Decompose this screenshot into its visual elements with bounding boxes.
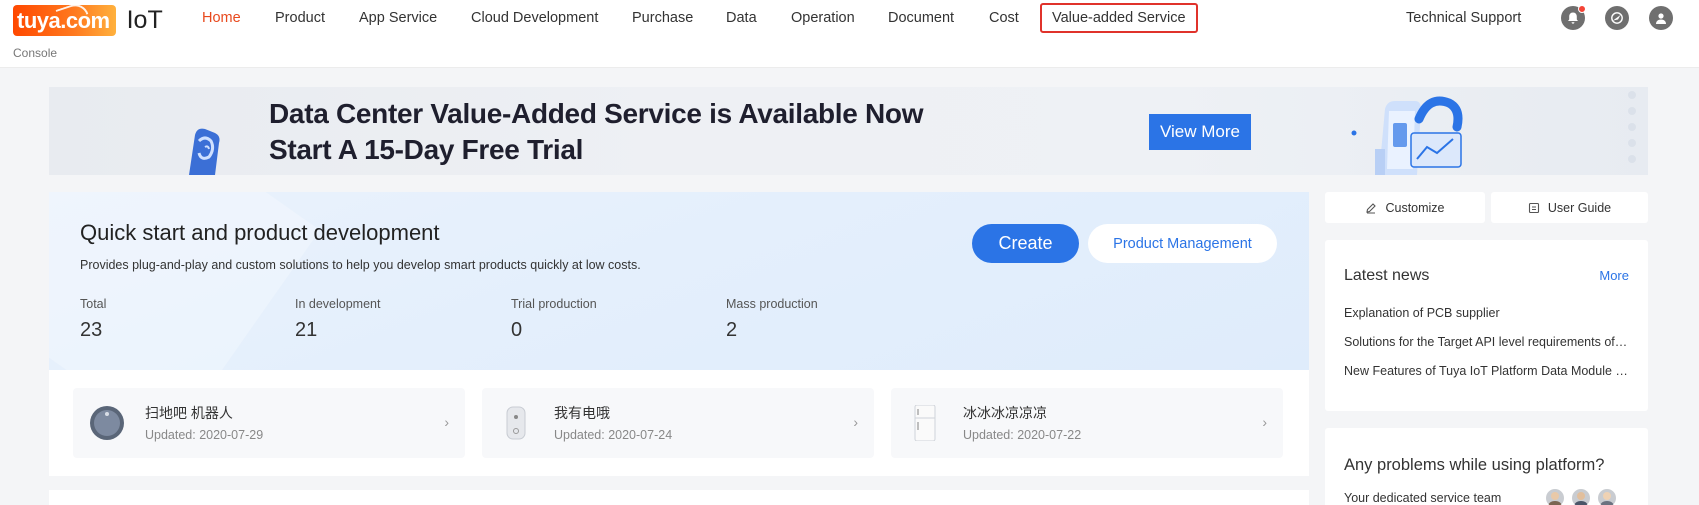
- stat-label: In development: [295, 297, 381, 311]
- console-label: Console: [13, 46, 58, 60]
- product-updated: Updated: 2020-07-29: [145, 428, 264, 442]
- product-card[interactable]: 扫地吧 机器人 Updated: 2020-07-29 ›: [73, 388, 465, 458]
- stat-label: Trial production: [511, 297, 597, 311]
- pencil-icon: [1366, 202, 1377, 214]
- logo[interactable]: tuya.com IoT: [13, 0, 163, 36]
- quick-start-title: Quick start and product development: [80, 220, 440, 245]
- compass-icon[interactable]: [1605, 6, 1629, 30]
- stat-in-development: In development 21: [295, 297, 380, 342]
- product-card[interactable]: 我有电哦 Updated: 2020-07-24 ›: [482, 388, 874, 458]
- help-panel: Any problems while using platform? Your …: [1325, 428, 1648, 505]
- technical-support-link[interactable]: Technical Support: [1406, 10, 1521, 26]
- view-more-button[interactable]: View More: [1149, 114, 1251, 150]
- decorative-dots: [1628, 91, 1636, 163]
- refrigerator-icon: [914, 405, 936, 441]
- news-item[interactable]: Solutions for the Target API level requi…: [1344, 335, 1629, 349]
- product-name: 冰冰冰凉凉凉: [963, 405, 1047, 421]
- phone-illustration-icon: [189, 128, 220, 175]
- stat-value: 0: [511, 319, 523, 341]
- nav-purchase[interactable]: Purchase: [632, 10, 693, 26]
- help-title: Any problems while using platform?: [1344, 456, 1605, 474]
- nav-document[interactable]: Document: [888, 10, 954, 26]
- nav-operation[interactable]: Operation: [791, 10, 855, 26]
- stat-value: 2: [726, 319, 738, 341]
- product-name: IoT: [126, 6, 163, 34]
- user-guide-button[interactable]: User Guide: [1491, 192, 1648, 223]
- chevron-right-icon: ›: [1262, 414, 1267, 430]
- quick-start-description: Provides plug-and-play and custom soluti…: [80, 258, 641, 272]
- chevron-right-icon: ›: [444, 414, 449, 430]
- product-name: 扫地吧 机器人: [145, 405, 233, 421]
- bell-icon[interactable]: [1561, 5, 1586, 30]
- brand-logo: tuya.com: [13, 0, 116, 36]
- nav-cost[interactable]: Cost: [989, 10, 1019, 26]
- avatar[interactable]: [1596, 487, 1618, 505]
- next-section: [49, 490, 1309, 505]
- news-item[interactable]: New Features of Tuya IoT Platform Data M…: [1344, 364, 1629, 378]
- user-guide-label: User Guide: [1547, 200, 1612, 215]
- smart-plug-icon: [506, 406, 526, 440]
- stat-label: Total: [80, 297, 107, 311]
- stat-mass-production: Mass production 2: [726, 297, 818, 342]
- top-header: tuya.com IoT Console Home Product App Se…: [0, 0, 1699, 68]
- nav-product[interactable]: Product: [275, 10, 325, 26]
- data-center-illustration-icon: [1351, 96, 1463, 175]
- banner-subheadline: Start A 15-Day Free Trial: [269, 134, 584, 165]
- product-card[interactable]: 冰冰冰凉凉凉 Updated: 2020-07-22 ›: [891, 388, 1283, 458]
- guide-icon: [1528, 202, 1539, 213]
- nav-app-service[interactable]: App Service: [359, 10, 437, 26]
- quick-start-panel: Quick start and product development Prov…: [49, 192, 1309, 370]
- user-icon[interactable]: [1649, 6, 1673, 30]
- product-name: 我有电哦: [554, 405, 610, 421]
- service-team-label: Your dedicated service team: [1344, 491, 1502, 505]
- nav-cloud-development[interactable]: Cloud Development: [471, 10, 598, 26]
- chevron-right-icon: ›: [853, 414, 858, 430]
- nav-home[interactable]: Home: [202, 10, 241, 26]
- news-item[interactable]: Explanation of PCB supplier: [1344, 306, 1629, 320]
- notification-dot: [1578, 5, 1586, 13]
- product-updated: Updated: 2020-07-22: [963, 428, 1082, 442]
- stat-trial-production: Trial production 0: [511, 297, 597, 342]
- stat-value: 23: [80, 319, 103, 341]
- stat-value: 21: [295, 319, 318, 341]
- customize-button[interactable]: Customize: [1325, 192, 1485, 223]
- customize-label: Customize: [1385, 200, 1445, 215]
- banner-headline: Data Center Value-Added Service is Avail…: [269, 98, 924, 129]
- recent-products: 扫地吧 机器人 Updated: 2020-07-29 › 我有电哦 Updat…: [49, 370, 1309, 476]
- avatar[interactable]: [1544, 487, 1566, 505]
- product-updated: Updated: 2020-07-24: [554, 428, 673, 442]
- stat-label: Mass production: [726, 297, 818, 311]
- stat-total: Total 23: [80, 297, 106, 342]
- product-management-button[interactable]: Product Management: [1088, 224, 1277, 263]
- news-more-link[interactable]: More: [1599, 268, 1629, 283]
- latest-news-panel: Latest news More Explanation of PCB supp…: [1325, 240, 1648, 411]
- news-title: Latest news: [1344, 267, 1430, 284]
- nav-data[interactable]: Data: [726, 10, 757, 26]
- robot-vacuum-icon: [90, 406, 124, 440]
- promo-banner[interactable]: Data Center Value-Added Service is Avail…: [49, 87, 1648, 175]
- avatar[interactable]: [1570, 487, 1592, 505]
- nav-value-added-service[interactable]: Value-added Service: [1040, 3, 1198, 33]
- create-button[interactable]: Create: [972, 224, 1079, 263]
